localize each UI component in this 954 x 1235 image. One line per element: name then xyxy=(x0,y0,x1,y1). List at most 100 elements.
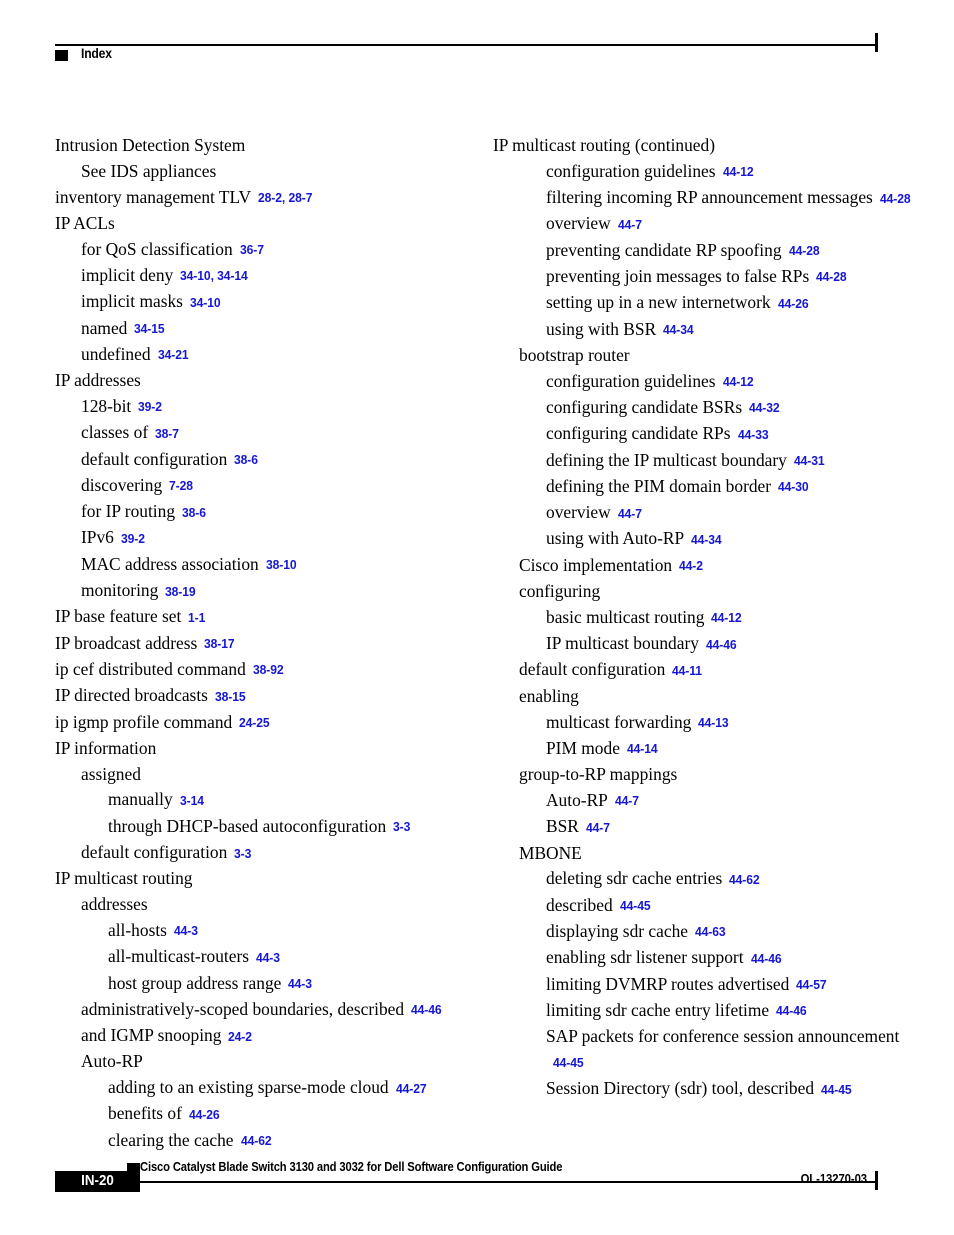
index-page-reference[interactable]: 28-2, 28-7 xyxy=(258,185,312,211)
index-page-reference[interactable]: 44-14 xyxy=(627,736,658,762)
index-entry: PIM mode 44-14 xyxy=(546,736,918,762)
index-entry: configuring candidate RPs 44-33 xyxy=(546,421,918,447)
index-page-reference[interactable]: 34-15 xyxy=(134,316,165,342)
index-page-reference[interactable]: 24-2 xyxy=(228,1024,252,1050)
index-page-reference[interactable]: 3-3 xyxy=(234,841,251,867)
index-entry: all-multicast-routers 44-3 xyxy=(108,944,480,970)
index-entry: classes of 38-7 xyxy=(81,420,480,446)
index-entry-text: through DHCP-based autoconfiguration xyxy=(108,815,387,836)
index-page-reference[interactable]: 44-34 xyxy=(691,527,722,553)
index-page-reference[interactable]: 44-7 xyxy=(586,815,610,841)
index-page-reference[interactable]: 44-46 xyxy=(706,632,737,658)
index-page-reference[interactable]: 38-92 xyxy=(253,657,284,683)
index-page-reference[interactable]: 44-12 xyxy=(723,369,754,395)
index-entry: enabling xyxy=(519,684,918,710)
index-entry: configuration guidelines 44-12 xyxy=(546,369,918,395)
index-page-reference[interactable]: 39-2 xyxy=(121,526,145,552)
index-page-reference[interactable]: 44-2 xyxy=(679,553,703,579)
index-page-reference[interactable]: 44-63 xyxy=(695,919,726,945)
index-entry: through DHCP-based autoconfiguration 3-3 xyxy=(108,814,480,840)
index-page-reference[interactable]: 38-17 xyxy=(204,631,235,657)
index-entry-text: setting up in a new internetwork xyxy=(546,292,771,313)
index-page-reference[interactable]: 7-28 xyxy=(169,473,193,499)
index-entry-text: preventing join messages to false RPs xyxy=(546,265,810,286)
index-entry: inventory management TLV 28-2, 28-7 xyxy=(55,185,480,211)
index-page-reference[interactable]: 24-25 xyxy=(239,710,270,736)
index-page-reference[interactable]: 38-6 xyxy=(234,447,258,473)
index-page-reference[interactable]: 44-31 xyxy=(794,448,825,474)
index-entry: administratively-scoped boundaries, desc… xyxy=(81,997,480,1023)
index-page-reference[interactable]: 44-3 xyxy=(288,971,312,997)
index-page-reference[interactable]: 44-7 xyxy=(618,212,642,238)
index-entry: IP multicast routing (continued) xyxy=(493,133,918,159)
index-page-reference[interactable]: 44-27 xyxy=(396,1076,427,1102)
index-page-reference[interactable]: 3-14 xyxy=(180,788,204,814)
index-page-reference[interactable]: 44-26 xyxy=(778,291,809,317)
index-page-reference[interactable]: 44-28 xyxy=(789,238,820,264)
index-page-reference[interactable]: 38-19 xyxy=(165,579,196,605)
index-page-reference[interactable]: 44-46 xyxy=(776,998,807,1024)
index-page-reference[interactable]: 1-1 xyxy=(188,605,205,631)
index-page-reference[interactable]: 44-62 xyxy=(729,867,760,893)
index-entry-text: configuration guidelines xyxy=(546,160,716,181)
index-page-reference[interactable]: 44-28 xyxy=(880,186,911,212)
index-entry: ip igmp profile command 24-25 xyxy=(55,710,480,736)
index-entry: Auto-RP xyxy=(81,1049,480,1075)
index-entry-text: displaying sdr cache xyxy=(546,920,688,941)
index-page-reference[interactable]: 44-3 xyxy=(256,945,280,971)
index-entry: IP ACLs xyxy=(55,211,480,237)
index-entry: basic multicast routing 44-12 xyxy=(546,605,918,631)
index-page-reference[interactable]: 44-26 xyxy=(189,1102,220,1128)
index-entry-text: IP multicast boundary xyxy=(546,633,699,654)
index-page-reference[interactable]: 38-7 xyxy=(155,421,179,447)
index-entry: overview 44-7 xyxy=(546,500,918,526)
index-entry-text: implicit masks xyxy=(81,291,183,312)
index-page-reference[interactable]: 44-45 xyxy=(821,1077,852,1103)
index-entry: IP multicast routing xyxy=(55,866,480,892)
index-body: Intrusion Detection System See IDS applia… xyxy=(0,0,954,1150)
index-page-reference[interactable]: 44-30 xyxy=(778,474,809,500)
index-entry-text: adding to an existing sparse-mode cloud xyxy=(108,1077,389,1098)
index-page-reference[interactable]: 34-21 xyxy=(158,342,189,368)
index-page-reference[interactable]: 44-57 xyxy=(796,972,827,998)
index-page-reference[interactable]: 44-32 xyxy=(749,395,780,421)
index-entry-text: inventory management TLV xyxy=(55,186,252,207)
index-page-reference[interactable]: 3-3 xyxy=(393,814,410,840)
index-page-reference[interactable]: 44-3 xyxy=(174,918,198,944)
index-page-reference[interactable]: 38-15 xyxy=(215,684,246,710)
index-page-reference[interactable]: 44-7 xyxy=(618,501,642,527)
index-page-reference[interactable]: 44-13 xyxy=(698,710,729,736)
index-entry: discovering 7-28 xyxy=(81,473,480,499)
index-page-reference[interactable]: 44-34 xyxy=(663,317,694,343)
index-entry: configuring xyxy=(519,579,918,605)
index-entry-text: IP ACLs xyxy=(55,212,115,233)
index-entry-text: using with Auto-RP xyxy=(546,528,685,549)
index-entry-text: IP broadcast address xyxy=(55,632,198,653)
index-entry: default configuration 44-11 xyxy=(519,657,918,683)
index-page-reference[interactable]: 44-12 xyxy=(711,605,742,631)
index-page-reference[interactable]: 38-10 xyxy=(266,552,297,578)
index-page-reference[interactable]: 44-33 xyxy=(738,422,769,448)
index-entry-text: MBONE xyxy=(519,842,582,863)
index-entry: Intrusion Detection System xyxy=(55,133,480,159)
index-entry: deleting sdr cache entries 44-62 xyxy=(546,866,918,892)
index-page-reference[interactable]: 44-7 xyxy=(615,788,639,814)
index-page-reference[interactable]: 44-46 xyxy=(411,997,442,1023)
index-page-reference[interactable]: 34-10, 34-14 xyxy=(180,263,248,289)
index-page-reference[interactable]: 44-45 xyxy=(620,893,651,919)
index-page-reference[interactable]: 44-45 xyxy=(553,1050,584,1076)
index-entry-text: administratively-scoped boundaries, desc… xyxy=(81,998,405,1019)
index-entry: manually 3-14 xyxy=(108,787,480,813)
index-page-reference[interactable]: 44-46 xyxy=(751,946,782,972)
index-entry: overview 44-7 xyxy=(546,211,918,237)
index-page-reference[interactable]: 34-10 xyxy=(190,290,221,316)
index-entry-text: preventing candidate RP spoofing xyxy=(546,239,782,260)
index-page-reference[interactable]: 44-12 xyxy=(723,159,754,185)
index-page-reference[interactable]: 39-2 xyxy=(138,394,162,420)
index-page-reference[interactable]: 44-11 xyxy=(672,658,702,684)
index-entry: filtering incoming RP announcement messa… xyxy=(546,185,918,211)
index-entry-text: manually xyxy=(108,789,173,810)
index-page-reference[interactable]: 36-7 xyxy=(240,237,264,263)
index-page-reference[interactable]: 38-6 xyxy=(182,500,206,526)
index-page-reference[interactable]: 44-28 xyxy=(816,264,847,290)
